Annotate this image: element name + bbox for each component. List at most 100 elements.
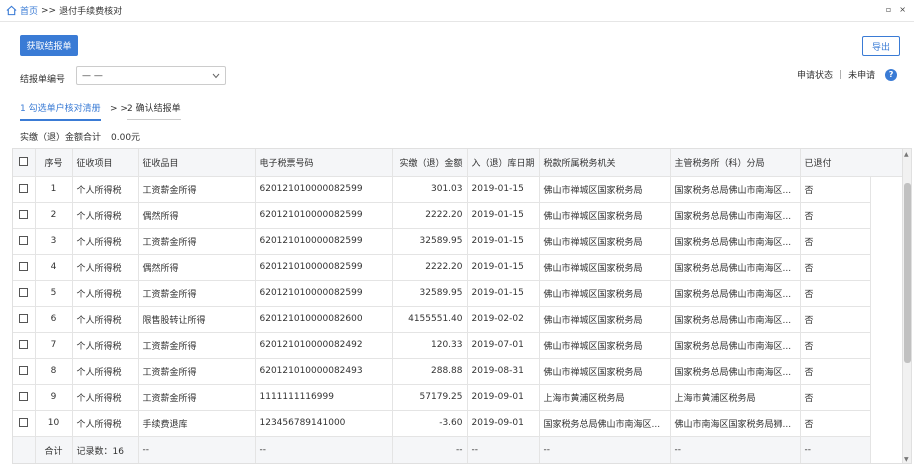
table-cell: 个人所得税 bbox=[72, 306, 139, 333]
total-cell: -- bbox=[392, 436, 468, 463]
table-row[interactable]: 5 个人所得税 工资薪金所得 620121010000082599 32589.95 20… bbox=[13, 280, 871, 307]
table-row[interactable]: 6 个人所得税 限售股转让所得 620121010000082600 4155551.4… bbox=[13, 306, 871, 333]
scroll-up-icon[interactable]: ▲ bbox=[904, 151, 909, 158]
table-cell: 3 bbox=[35, 228, 73, 255]
row-checkbox[interactable] bbox=[19, 288, 29, 297]
column-header[interactable]: 实缴（退）金额 bbox=[392, 149, 468, 177]
table-row[interactable]: 10 个人所得税 手续费退库 123456789141000 -3.60 2019-09-… bbox=[13, 410, 871, 437]
table-cell: 国家税务总局佛山市南海区... bbox=[670, 358, 801, 385]
close-icon[interactable]: × bbox=[899, 5, 906, 14]
home-icon[interactable] bbox=[6, 5, 17, 16]
vertical-scrollbar[interactable]: ▲ ▼ bbox=[902, 149, 911, 463]
table-row[interactable]: 4 个人所得税 偶然所得 620121010000082599 2222.20 2019-… bbox=[13, 254, 871, 281]
scroll-down-icon[interactable]: ▼ bbox=[904, 456, 909, 463]
column-header[interactable]: 征收项目 bbox=[72, 149, 139, 177]
table-cell: 佛山市禅城区国家税务局 bbox=[539, 306, 671, 333]
table-header-row: 序号 征收项目 征收品目 电子税票号码 实缴（退）金额 入（退）库日期 税款所属… bbox=[13, 149, 871, 177]
column-header[interactable]: 税款所属税务机关 bbox=[539, 149, 671, 177]
table-cell: 4155551.40 bbox=[392, 306, 468, 333]
row-checkbox[interactable] bbox=[19, 340, 29, 349]
step-1-tab[interactable]: 1 勾选单户核对清册 bbox=[20, 101, 101, 121]
table-row[interactable]: 8 个人所得税 工资薪金所得 620121010000082493 288.88 2019… bbox=[13, 358, 871, 385]
column-header[interactable]: 主管税务所（科）分局 bbox=[670, 149, 801, 177]
table-cell: 2222.20 bbox=[392, 254, 468, 281]
table-cell: 否 bbox=[800, 410, 871, 437]
report-no-value: — — bbox=[82, 70, 103, 81]
table-cell: 个人所得税 bbox=[72, 176, 139, 203]
total-cell: -- bbox=[255, 436, 393, 463]
fetch-report-button[interactable]: 获取结报单 bbox=[20, 35, 78, 56]
amount-summary: 实缴（退）金额合计 0.00元 bbox=[20, 130, 140, 143]
report-no-select[interactable]: — — bbox=[76, 66, 226, 85]
row-checkbox[interactable] bbox=[19, 314, 29, 323]
table-cell: 佛山市禅城区国家税务局 bbox=[539, 280, 671, 307]
table-cell: 57179.25 bbox=[392, 384, 468, 411]
select-all-cell bbox=[13, 149, 36, 177]
table-cell: 个人所得税 bbox=[72, 358, 139, 385]
column-header[interactable]: 电子税票号码 bbox=[255, 149, 393, 177]
table-cell: 工资薪金所得 bbox=[138, 384, 256, 411]
table-cell: 620121010000082599 bbox=[255, 228, 393, 255]
table-row[interactable]: 3 个人所得税 工资薪金所得 620121010000082599 32589.95 20… bbox=[13, 228, 871, 255]
table-row[interactable]: 9 个人所得税 工资薪金所得 1111111116999 57179.25 2019-09… bbox=[13, 384, 871, 411]
table-cell: 个人所得税 bbox=[72, 384, 139, 411]
window-controls: ▫ × bbox=[886, 5, 906, 14]
table-cell: 个人所得税 bbox=[72, 332, 139, 359]
table-cell: 否 bbox=[800, 202, 871, 229]
table-row[interactable]: 7 个人所得税 工资薪金所得 620121010000082492 120.33 2019… bbox=[13, 332, 871, 359]
help-icon[interactable]: ? bbox=[885, 68, 898, 81]
table-cell: 2019-02-02 bbox=[467, 306, 540, 333]
total-cell: -- bbox=[138, 436, 256, 463]
status-value: 未申请 bbox=[848, 71, 876, 81]
top-bar: 首页 >> 退付手续费核对 ▫ × bbox=[0, 0, 914, 22]
row-checkbox[interactable] bbox=[19, 210, 29, 219]
row-checkbox[interactable] bbox=[19, 366, 29, 375]
step-arrow: > > bbox=[110, 104, 128, 114]
table-cell: 2019-08-31 bbox=[467, 358, 540, 385]
scroll-thumb[interactable] bbox=[904, 183, 911, 363]
column-header[interactable]: 征收品目 bbox=[138, 149, 256, 177]
breadcrumb-current: 退付手续费核对 bbox=[59, 7, 123, 17]
table-cell: 佛山市禅城区国家税务局 bbox=[539, 202, 671, 229]
column-header[interactable]: 已退付 bbox=[800, 149, 871, 177]
table-cell: 佛山市禅城区国家税务局 bbox=[539, 176, 671, 203]
table-cell: 620121010000082599 bbox=[255, 176, 393, 203]
column-header[interactable]: 入（退）库日期 bbox=[467, 149, 540, 177]
table-cell: 7 bbox=[35, 332, 73, 359]
table-cell: 123456789141000 bbox=[255, 410, 393, 437]
row-checkbox[interactable] bbox=[19, 262, 29, 271]
table-cell: 2019-09-01 bbox=[467, 384, 540, 411]
table-cell: 工资薪金所得 bbox=[138, 358, 256, 385]
table-cell: 620121010000082599 bbox=[255, 254, 393, 281]
select-all-checkbox[interactable] bbox=[19, 157, 29, 167]
row-checkbox[interactable] bbox=[19, 392, 29, 401]
table-cell: 620121010000082600 bbox=[255, 306, 393, 333]
table-row[interactable]: 2 个人所得税 偶然所得 620121010000082599 2222.20 2019-… bbox=[13, 202, 871, 229]
table-body: 1 个人所得税 工资薪金所得 620121010000082599 301.03 2019… bbox=[13, 176, 871, 437]
table-cell: 2019-01-15 bbox=[467, 202, 540, 229]
breadcrumb-home[interactable]: 首页 bbox=[20, 4, 38, 17]
data-table: 序号 征收项目 征收品目 电子税票号码 实缴（退）金额 入（退）库日期 税款所属… bbox=[13, 149, 871, 463]
table-cell: 2019-01-15 bbox=[467, 254, 540, 281]
table-cell: 10 bbox=[35, 410, 73, 437]
row-checkbox[interactable] bbox=[19, 236, 29, 245]
table-cell: 上海市黄浦区税务局 bbox=[670, 384, 801, 411]
status-label: 申请状态 bbox=[797, 71, 834, 81]
row-checkbox[interactable] bbox=[19, 184, 29, 193]
table-cell: 偶然所得 bbox=[138, 254, 256, 281]
export-button[interactable]: 导出 bbox=[862, 36, 900, 56]
table-cell: 1111111116999 bbox=[255, 384, 393, 411]
total-cell: -- bbox=[467, 436, 540, 463]
table-cell: 620121010000082599 bbox=[255, 280, 393, 307]
total-label: 合计 bbox=[35, 436, 73, 463]
table-cell: 120.33 bbox=[392, 332, 468, 359]
table-row[interactable]: 1 个人所得税 工资薪金所得 620121010000082599 301.03 2019… bbox=[13, 176, 871, 203]
table-cell: 否 bbox=[800, 228, 871, 255]
table-cell: 工资薪金所得 bbox=[138, 332, 256, 359]
total-cell: -- bbox=[539, 436, 671, 463]
step-2-tab[interactable]: 2 确认结报单 bbox=[127, 101, 181, 120]
row-checkbox[interactable] bbox=[19, 418, 29, 427]
table-cell: 个人所得税 bbox=[72, 202, 139, 229]
column-header[interactable]: 序号 bbox=[35, 149, 73, 177]
restore-icon[interactable]: ▫ bbox=[886, 5, 891, 14]
